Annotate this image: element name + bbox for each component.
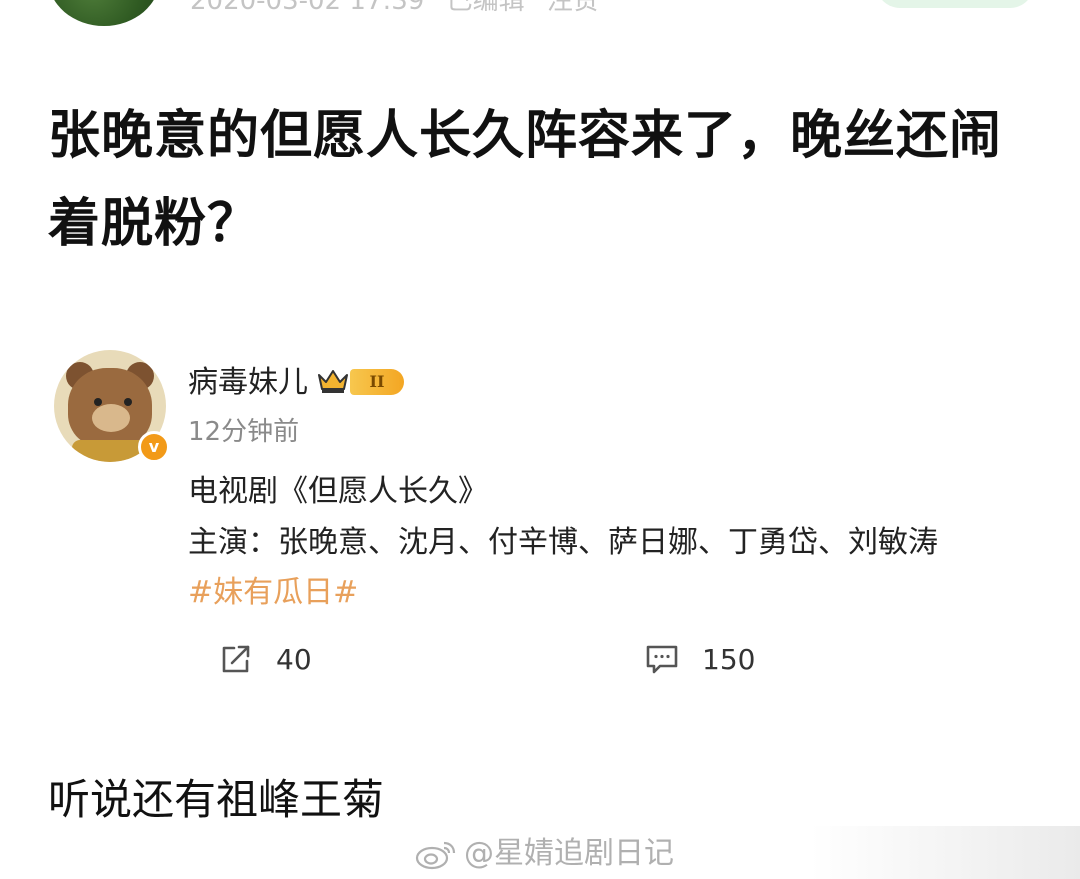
article-body-text: 听说还有祖峰王菊 bbox=[48, 775, 385, 824]
share-icon bbox=[222, 645, 250, 673]
username[interactable]: 病毒妹儿 bbox=[188, 363, 308, 403]
article-headline: 张晚意的但愿人长久阵容来了，晚丝还闹着脱粉？ bbox=[48, 106, 1003, 254]
avatar-bear-muzzle bbox=[92, 404, 130, 432]
post-meta: 2020-03-02 17:39 已编辑 注赞 bbox=[190, 0, 613, 16]
share-button[interactable]: 40 bbox=[218, 639, 312, 679]
verified-badge-icon: v bbox=[138, 431, 170, 463]
hashtag-link[interactable]: #妹有瓜日# bbox=[188, 573, 358, 613]
edited-label[interactable]: 已编辑 bbox=[447, 0, 525, 16]
follow-button[interactable] bbox=[876, 0, 1034, 8]
comment-icon bbox=[646, 645, 678, 674]
avatar-bear-eye bbox=[94, 398, 102, 406]
member-level-badge[interactable]: II bbox=[350, 369, 404, 395]
comment-button[interactable]: 150 bbox=[644, 639, 755, 679]
watermark-text: @星婧追剧日记 bbox=[464, 836, 674, 871]
embedded-weibo-post[interactable]: v 病毒妹儿 II 12分钟前 电视剧《但愿人长久》 主演：张晚意、沈月、付辛博… bbox=[54, 345, 1014, 705]
post-date: 2020-03-02 17:39 bbox=[190, 0, 425, 16]
avatar-bear-eye bbox=[124, 398, 132, 406]
meta-action[interactable]: 注赞 bbox=[547, 0, 599, 16]
watermark: @星婧追剧日记 bbox=[414, 834, 674, 874]
weibo-logo-icon bbox=[415, 841, 456, 870]
author-avatar[interactable] bbox=[48, 0, 160, 26]
bottom-fade bbox=[810, 826, 1080, 879]
post-text-line: 电视剧《但愿人长久》 bbox=[188, 474, 488, 509]
crown-icon bbox=[318, 370, 348, 393]
share-count: 40 bbox=[276, 642, 312, 676]
post-time: 12分钟前 bbox=[188, 417, 300, 447]
comment-count: 150 bbox=[702, 642, 756, 676]
post-text-line: 主演：张晚意、沈月、付辛博、萨日娜、丁勇岱、刘敏涛 bbox=[188, 525, 938, 560]
